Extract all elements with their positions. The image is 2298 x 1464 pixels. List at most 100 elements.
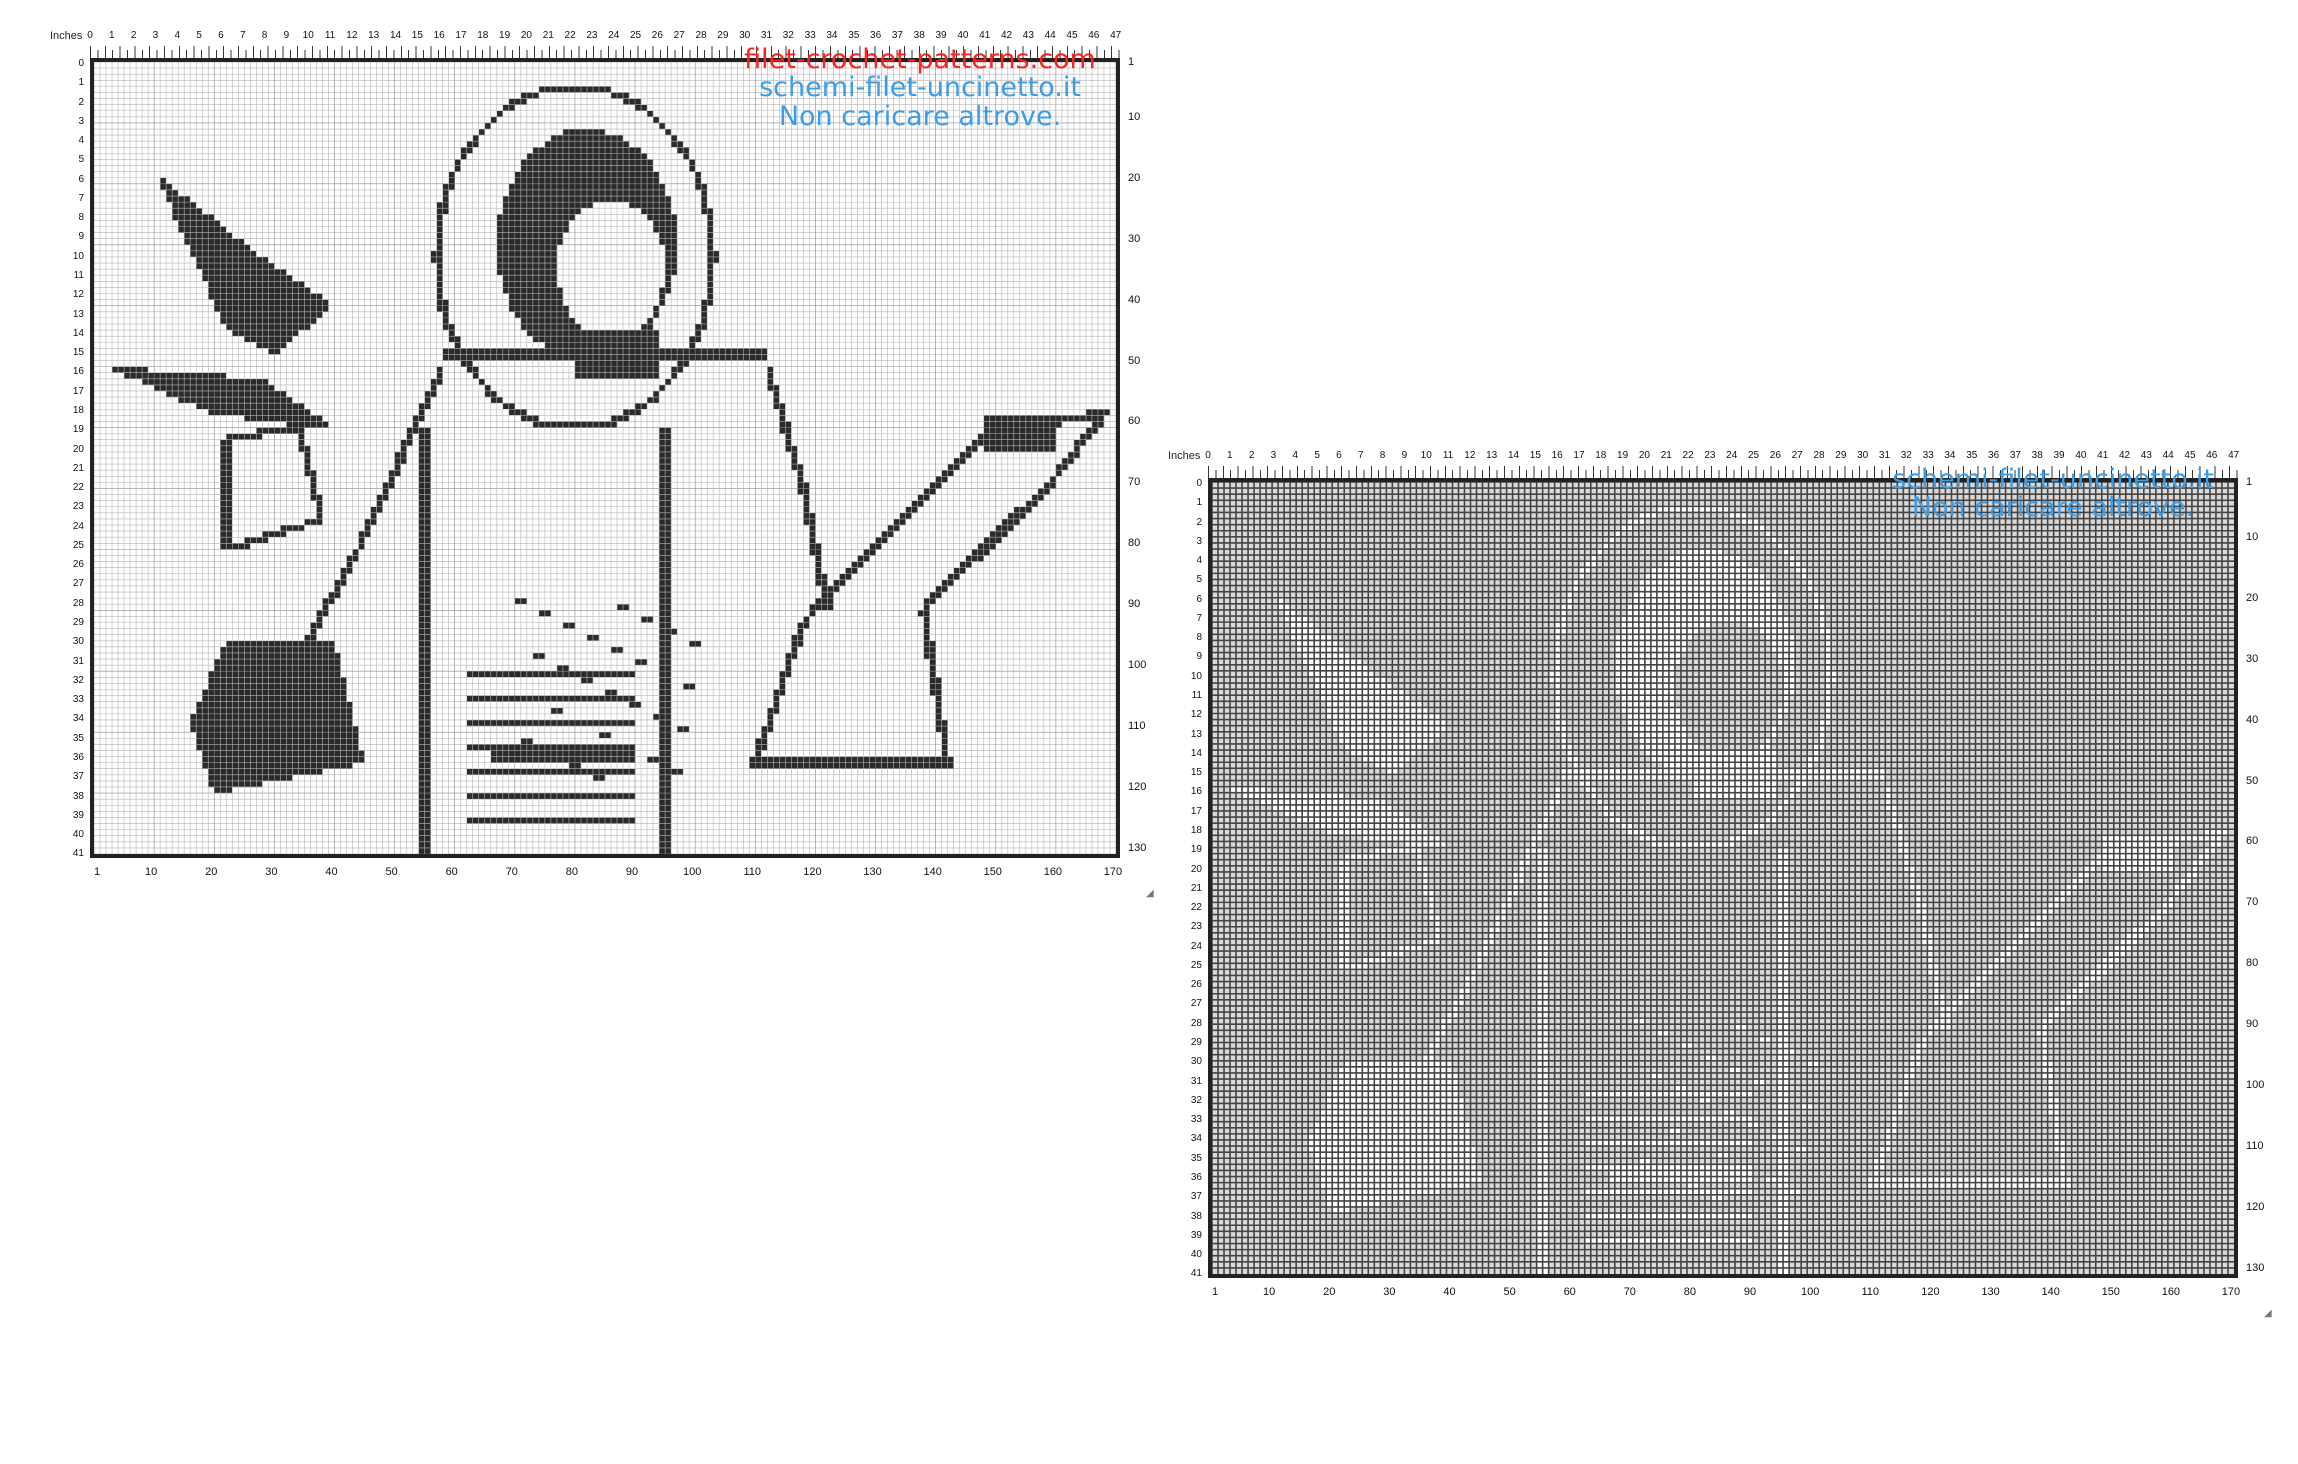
inch-tick-label: 46 (2206, 450, 2218, 461)
filled-cell (316, 652, 323, 660)
filled-cell (436, 372, 443, 379)
row-label-right: 80 (1128, 537, 1141, 550)
filled-cell (526, 159, 534, 166)
filled-cell (532, 244, 540, 252)
filled-cell (274, 665, 281, 672)
filled-cell (773, 384, 780, 392)
filled-cell (280, 707, 287, 715)
filled-cell (665, 585, 672, 593)
filled-cell (280, 671, 287, 678)
filled-cell (256, 780, 263, 788)
filled-cell (544, 348, 552, 355)
watermark-site-it[interactable]: schemi-filet-uncinetto.it (730, 73, 1110, 102)
filled-cell (196, 208, 203, 215)
filled-cell (316, 415, 323, 422)
filled-cell (659, 122, 666, 130)
filled-cell (935, 482, 942, 489)
filled-cell (244, 330, 251, 337)
filled-cell (208, 384, 215, 392)
filled-cell (226, 531, 233, 538)
filled-cell (544, 421, 552, 428)
filled-cell (214, 665, 221, 672)
filled-cell (635, 348, 642, 355)
resize-handle-icon[interactable]: ◢ (1146, 888, 1156, 899)
filled-cell (298, 768, 305, 775)
filled-cell (298, 445, 305, 453)
filled-cell (274, 671, 281, 678)
filled-cell (208, 726, 215, 733)
filled-cell (244, 707, 251, 715)
filled-cell (298, 427, 305, 434)
filled-cell (659, 634, 666, 641)
filled-cell (394, 470, 401, 477)
filled-cell (550, 275, 558, 282)
filled-cell (580, 817, 588, 824)
filled-cell (220, 719, 227, 727)
filled-cell (929, 659, 936, 666)
filled-cell (256, 677, 263, 684)
filled-cell (935, 719, 942, 727)
filled-cell (286, 330, 293, 337)
filled-cell (340, 573, 347, 581)
filled-cell (556, 348, 564, 355)
filled-cell (280, 409, 287, 416)
filled-cell (821, 762, 828, 769)
column-label: 70 (505, 866, 518, 878)
filled-cell (785, 659, 792, 666)
filled-cell (214, 263, 221, 270)
filled-cell (262, 768, 269, 775)
filled-cell (256, 732, 263, 739)
filled-cell (635, 183, 642, 191)
row-label-left: 18 (72, 404, 84, 416)
filled-cell (310, 768, 317, 775)
filled-cell (508, 214, 516, 221)
filled-cell (232, 250, 239, 258)
filled-cell (1067, 415, 1075, 422)
filled-cell (568, 202, 576, 209)
filled-cell (556, 153, 564, 160)
filled-cell (514, 598, 522, 605)
filled-cell (809, 610, 816, 617)
filled-cell (424, 683, 431, 690)
filled-cell (574, 719, 582, 727)
filled-cell (580, 695, 588, 702)
filled-cell (623, 98, 630, 105)
row-label-left: 16 (1190, 786, 1202, 798)
filled-cell (598, 421, 606, 428)
filled-cell (346, 555, 353, 562)
row-label-left: 14 (72, 327, 84, 339)
filled-cell (623, 768, 630, 775)
filled-cell (917, 762, 924, 769)
watermark-site-en[interactable]: filet-crochet-patterns.com (730, 45, 1110, 74)
filled-cell (851, 561, 858, 568)
filled-cell (550, 750, 558, 757)
filled-cell (298, 762, 305, 769)
filled-cell (767, 366, 774, 373)
filled-cell (238, 646, 245, 654)
filled-cell (556, 342, 564, 349)
inch-tick-label: 36 (1988, 450, 2000, 461)
filled-cell (304, 299, 311, 306)
filled-cell (322, 750, 329, 757)
filled-cell (298, 713, 305, 721)
filled-cell (659, 701, 666, 708)
filled-cell (659, 768, 666, 775)
filled-cell (418, 585, 425, 593)
inch-tick-label: 14 (1507, 450, 1520, 461)
filled-cell (929, 683, 936, 690)
filled-cell (274, 732, 281, 739)
filled-cell (220, 713, 227, 721)
filled-cell (178, 220, 185, 227)
filled-cell (923, 610, 930, 617)
filled-cell (154, 384, 161, 392)
filled-cell (424, 689, 431, 696)
filled-cell (538, 263, 546, 270)
filled-cell (1067, 451, 1075, 459)
filled-cell (172, 378, 179, 386)
filled-cell (244, 738, 251, 745)
filled-cell (550, 756, 558, 763)
filled-cell (340, 756, 347, 763)
filled-cell (508, 189, 516, 197)
filled-cell (502, 719, 510, 727)
filled-cell (1049, 439, 1057, 447)
